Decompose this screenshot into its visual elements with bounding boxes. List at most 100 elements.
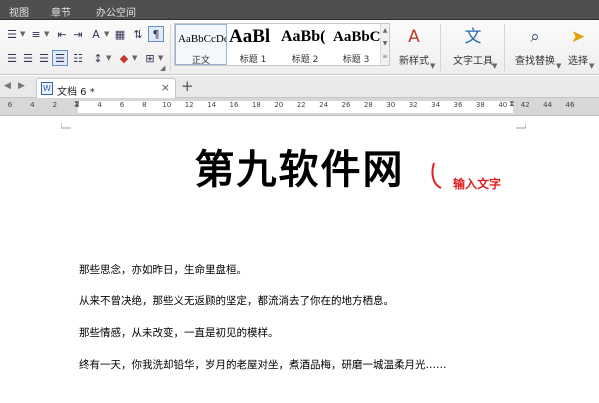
tab-label: 文档 6 *	[57, 87, 95, 98]
style-heading-1[interactable]: AaBl 标题 1	[227, 24, 279, 65]
document-icon: W	[41, 82, 53, 95]
close-icon[interactable]: ×	[161, 81, 170, 94]
align-left-icon[interactable]: ☰	[4, 50, 20, 66]
ruler-number: 12	[184, 101, 194, 109]
scroll-left-icon[interactable]: ◀	[4, 81, 11, 91]
separator	[504, 24, 505, 71]
text-tools-icon: 文	[464, 27, 482, 47]
sort-icon[interactable]: ⇅	[130, 26, 146, 42]
distribute-icon[interactable]: ☷	[70, 50, 86, 66]
ruler-number: 6	[7, 101, 13, 109]
style-name: 正文	[191, 56, 210, 65]
new-style-icon: A	[408, 27, 420, 47]
find-replace-label: 查找替换	[515, 56, 555, 67]
bullet-list-icon[interactable]: ☰	[4, 26, 20, 42]
ruler-number: 16	[229, 101, 239, 109]
text-direction-icon[interactable]: A	[88, 26, 104, 42]
ruler-number: 10	[162, 101, 172, 109]
style-normal[interactable]: AaBbCcDd 正文	[175, 24, 227, 65]
ruler-number: 28	[363, 101, 373, 109]
chevron-down-icon[interactable]: ▼	[20, 30, 25, 38]
ruler-number: 46	[565, 101, 575, 109]
chevron-down-icon[interactable]: ▼	[104, 30, 109, 38]
show-marks-icon[interactable]: ¶	[148, 26, 164, 42]
binoculars-icon: ⌕	[530, 27, 540, 47]
ruler-number: 32	[408, 101, 418, 109]
ruler-number: 4	[97, 101, 102, 109]
ruler-number: 26	[341, 101, 351, 109]
increase-indent-icon[interactable]: ⇥	[70, 26, 86, 42]
align-justify-icon[interactable]: ☰	[52, 50, 68, 66]
document-paragraph: 从来不曾决绝，那些义无返顾的坚定，都流淌去了你在的地方栖息。	[79, 295, 394, 307]
annotation-bracket-icon	[431, 162, 442, 189]
ruler-number: 2	[74, 101, 80, 109]
document-paragraph: 终有一天，你我洗却铅华，岁月的老屋对坐，煮酒品梅，研磨一城温柔月光……	[79, 359, 447, 371]
ruler-number: 14	[207, 101, 217, 109]
new-tab-icon[interactable]: +	[181, 77, 194, 95]
ruler-number: 24	[319, 101, 329, 109]
shading-icon[interactable]: ◆	[116, 50, 132, 66]
document-title: 第九软件网	[194, 146, 405, 193]
align-right-icon[interactable]: ☰	[36, 50, 52, 66]
ruler-number: 4	[30, 101, 35, 109]
chevron-down-icon[interactable]: ▼	[492, 62, 497, 70]
menu-bar: 视图 章节 办公空间	[0, 0, 599, 20]
document-tab-bar: ◀ ▶ W 文档 6 * × +	[0, 76, 599, 98]
document-paragraph: 那些思念，亦如昨日，生命里盘桓。	[79, 264, 247, 276]
ruler-number: 40	[498, 101, 508, 109]
margin-corner-mark	[61, 123, 71, 129]
style-sample: AaBb(	[281, 28, 326, 45]
separator	[170, 24, 171, 71]
document-paragraph: 那些情感，从未改变，一直是初见的模样。	[79, 327, 279, 339]
style-heading-2[interactable]: AaBb( 标题 2	[279, 24, 331, 65]
ruler-number: 34	[431, 101, 441, 109]
ruler-number: 20	[274, 101, 284, 109]
menu-office-space[interactable]: 办公空间	[96, 4, 136, 19]
table-grid-icon[interactable]: ▦	[112, 26, 128, 42]
ruler-number: 6	[119, 101, 125, 109]
new-style-button[interactable]: A 新样式	[394, 23, 434, 68]
chevron-down-icon[interactable]: ▼	[556, 62, 561, 70]
cursor-arrow-icon: ➤	[570, 27, 586, 47]
annotation-label: 输入文字	[453, 177, 502, 191]
ruler-number: 30	[386, 101, 396, 109]
gallery-scrollbar[interactable]: ▲ ▼ ≡	[380, 24, 389, 65]
decrease-indent-icon[interactable]: ⇤	[54, 26, 70, 42]
style-sample: AaBbC	[333, 29, 381, 45]
chevron-down-icon[interactable]: ▼	[589, 62, 594, 70]
align-center-icon[interactable]: ☰	[20, 50, 36, 66]
ruler-number: 38	[475, 101, 485, 109]
style-gallery: AaBbCcDd 正文 AaBl 标题 1 AaBb( 标题 2 AaBbC 标…	[174, 23, 390, 66]
text-tools-label: 文字工具	[453, 56, 493, 67]
ruler-number: 36	[453, 101, 463, 109]
numbered-list-icon[interactable]: ≡	[28, 26, 44, 42]
paragraph-settings-icon[interactable]: ◢	[160, 64, 165, 72]
chevron-down-icon[interactable]: ▼	[132, 54, 137, 62]
new-style-label: 新样式	[399, 56, 429, 67]
scroll-right-icon[interactable]: ▶	[18, 81, 25, 91]
tab-document-6[interactable]: W 文档 6 * ×	[36, 78, 176, 98]
style-name: 标题 1	[239, 55, 267, 65]
style-sample: AaBbCcDd	[178, 33, 227, 45]
ruler-number: 44	[543, 101, 553, 109]
find-replace-button[interactable]: ⌕ 查找替换	[510, 23, 560, 68]
style-sample: AaBl	[229, 26, 271, 47]
style-heading-3[interactable]: AaBbC 标题 3	[331, 24, 381, 65]
chevron-down-icon[interactable]: ▼	[44, 30, 49, 38]
ruler-number: 18	[251, 101, 261, 109]
text-tools-button[interactable]: 文 文字工具	[448, 23, 498, 68]
menu-chapter[interactable]: 章节	[51, 4, 71, 19]
border-icon[interactable]: ⊞	[142, 50, 158, 66]
ruler-number: 8	[142, 101, 147, 109]
line-spacing-icon[interactable]: ↕	[90, 50, 106, 66]
menu-view[interactable]: 视图	[9, 4, 29, 19]
right-indent-marker-icon[interactable]: ⧗	[509, 99, 515, 109]
ribbon-toolbar: ☰ ▼ ≡ ▼ ⇤ ⇥ A ▼ ▦ ⇅ ¶ ☰ ☰ ☰ ☰ ☷ ↕ ▼ ◆ ▼ …	[0, 20, 599, 75]
ruler-number: 42	[520, 101, 530, 109]
chevron-down-icon[interactable]: ▼	[158, 54, 163, 62]
chevron-down-icon[interactable]: ▼	[430, 62, 435, 70]
margin-corner-mark	[516, 123, 526, 129]
horizontal-ruler[interactable]: ⧗ ⧗ 6 4 2 2 4 6 8 10 12 14 16 18 20 22 24 26 28 30 32 34 36 3…	[0, 98, 599, 116]
chevron-down-icon[interactable]: ▼	[106, 54, 111, 62]
separator	[440, 24, 441, 71]
